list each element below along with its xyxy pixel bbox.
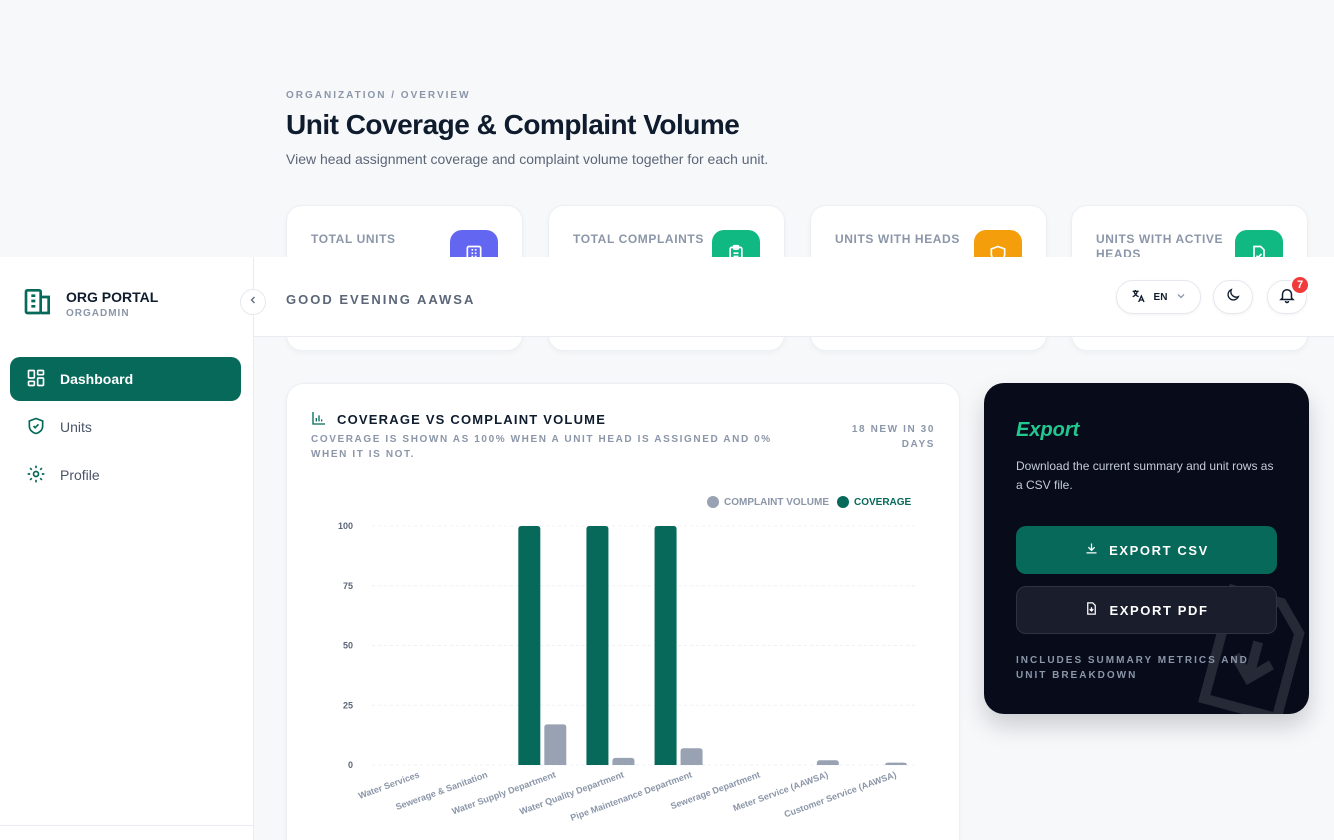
legend-label: COVERAGE (854, 497, 912, 508)
dashboard-icon (26, 368, 46, 391)
bar-complaint-volume (680, 748, 703, 765)
legend-swatch (707, 496, 719, 508)
bar-complaint-volume (816, 760, 839, 765)
export-pdf-label: EXPORT PDF (1109, 602, 1209, 618)
y-tick-label: 100 (338, 521, 353, 531)
export-card: Export Download the current summary and … (984, 383, 1309, 714)
y-tick-label: 25 (343, 700, 353, 710)
coverage-chart-card: COVERAGE VS COMPLAINT VOLUME COVERAGE IS… (286, 383, 960, 840)
stat-label: TOTAL COMPLAINTS (573, 232, 704, 246)
export-description: Download the current summary and unit ro… (1016, 459, 1274, 492)
export-title: Export (1016, 419, 1080, 441)
bar-complaint-volume (612, 757, 635, 765)
export-pdf-button[interactable]: EXPORT PDF (1016, 586, 1277, 634)
file-download-icon (1084, 601, 1099, 619)
x-tick-label: Pipe Maintenance Department (569, 769, 693, 822)
chevron-down-icon (1175, 290, 1187, 305)
greeting: GOOD EVENING AAWSA (286, 292, 476, 307)
sidebar-item-label: Dashboard (60, 371, 134, 387)
page-header: ORGANIZATION / OVERVIEW Unit Coverage & … (286, 90, 768, 167)
sidebar-nav: Dashboard Units Profile (10, 357, 241, 501)
theme-toggle-button[interactable] (1213, 280, 1253, 314)
legend-swatch (837, 496, 849, 508)
bar-coverage (586, 526, 609, 765)
translate-icon (1130, 288, 1146, 307)
language-switcher[interactable]: EN (1116, 280, 1201, 314)
sidebar-item-dashboard[interactable]: Dashboard (10, 357, 241, 401)
y-tick-label: 50 (343, 641, 353, 651)
breadcrumb: ORGANIZATION / OVERVIEW (286, 90, 471, 101)
legend-label: COMPLAINT VOLUME (724, 497, 829, 508)
bar-coverage (518, 526, 541, 765)
sidebar-item-units[interactable]: Units (10, 405, 241, 449)
x-tick-label: Customer Service (AAWSA) (783, 769, 898, 819)
chevron-left-icon (247, 293, 259, 311)
sidebar-item-label: Units (60, 419, 92, 435)
moon-icon (1225, 287, 1241, 308)
gear-icon (26, 464, 46, 487)
export-csv-label: EXPORT CSV (1109, 542, 1209, 558)
sidebar: ORG PORTAL ORGADMIN Dashboard Units Prof… (0, 257, 254, 840)
y-tick-label: 75 (343, 581, 353, 591)
bar-complaint-volume (544, 724, 567, 765)
stat-label: TOTAL UNITS (311, 232, 396, 246)
notification-count-badge: 7 (1290, 275, 1310, 295)
bar-coverage (654, 526, 677, 765)
brand-role: ORGADMIN (66, 307, 130, 319)
download-icon (1084, 541, 1099, 559)
building-logo-icon (22, 285, 54, 322)
brand-title: ORG PORTAL (66, 288, 159, 305)
y-tick-label: 0 (348, 760, 353, 770)
sidebar-divider (0, 825, 253, 826)
shield-check-icon (26, 416, 46, 439)
collapse-sidebar-button[interactable] (240, 289, 266, 315)
sidebar-item-label: Profile (60, 467, 100, 483)
page-title: Unit Coverage & Complaint Volume (286, 109, 740, 140)
chart-plot: 0255075100Water ServicesSewerage & Sanit… (338, 496, 917, 823)
page-subtitle: View head assignment coverage and compla… (286, 151, 769, 167)
sidebar-item-profile[interactable]: Profile (10, 453, 241, 497)
notifications-button[interactable]: 7 (1267, 275, 1310, 314)
stat-label: UNITS WITH HEADS (835, 232, 960, 246)
export-csv-button[interactable]: EXPORT CSV (1016, 526, 1277, 574)
topbar: GOOD EVENING AAWSA EN 7 (254, 257, 1334, 337)
brand: ORG PORTAL ORGADMIN (22, 285, 158, 322)
language-label: EN (1153, 291, 1168, 303)
export-note: INCLUDES SUMMARY METRICS AND UNIT BREAKD… (1016, 655, 1249, 681)
